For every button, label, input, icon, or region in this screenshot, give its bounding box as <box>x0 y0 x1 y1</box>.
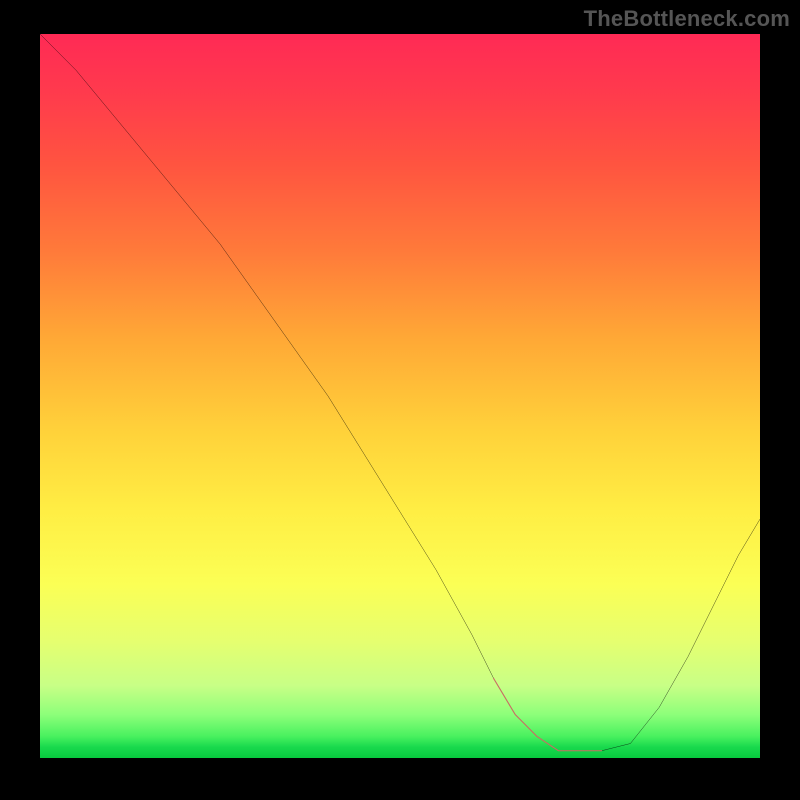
minimum-highlight <box>494 678 602 750</box>
plot-area <box>40 34 760 758</box>
curve-layer <box>40 34 760 758</box>
bottleneck-curve <box>40 34 760 751</box>
chart-container: TheBottleneck.com <box>0 0 800 800</box>
watermark-text: TheBottleneck.com <box>584 6 790 32</box>
